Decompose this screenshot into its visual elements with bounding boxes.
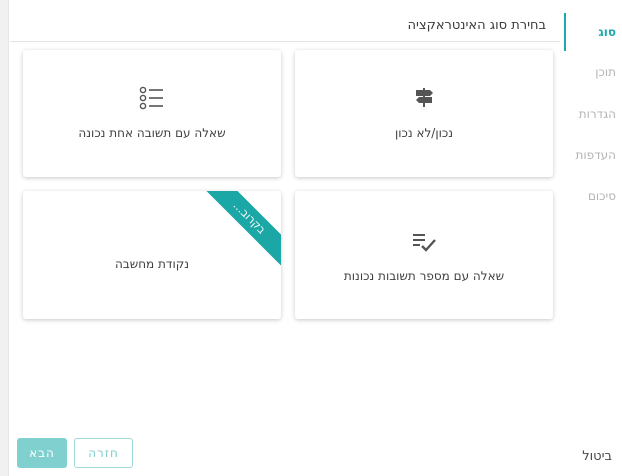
list-icon	[139, 86, 165, 114]
checklist-icon	[411, 231, 437, 259]
card-label: נכון/לא נכון	[394, 126, 454, 140]
card-single-choice[interactable]: שאלה עם תשובה אחת נכונה	[23, 50, 281, 177]
card-label: שאלה עם תשובה אחת נכונה	[78, 126, 226, 140]
back-button[interactable]: חזרה	[74, 438, 133, 468]
nav-item-summary[interactable]: סיכום	[566, 189, 616, 203]
cancel-link[interactable]: ביטול	[582, 449, 612, 464]
card-true-false[interactable]: נכון/לא נכון	[295, 50, 553, 177]
ribbon-text: בקרוב...	[203, 191, 281, 269]
signpost-icon	[413, 86, 435, 112]
nav-item-content[interactable]: תוכן	[566, 65, 616, 79]
next-button[interactable]: הבא	[17, 438, 67, 468]
side-navigation: סוג תוכן הגדרות העדפות סיכום ביטול	[562, 0, 622, 476]
card-label: שאלה עם מספר תשובות נכונות	[343, 269, 505, 283]
nav-item-type[interactable]: סוג	[566, 25, 616, 39]
card-multi-choice[interactable]: שאלה עם מספר תשובות נכונות	[295, 191, 553, 319]
nav-item-preferences[interactable]: העדפות	[566, 148, 616, 162]
coming-soon-ribbon: בקרוב...	[203, 191, 281, 269]
dialog: בחירת סוג האינטראקציה סוג תוכן הגדרות הע…	[0, 0, 622, 476]
nav-item-settings[interactable]: הגדרות	[566, 107, 616, 121]
page-title: בחירת סוג האינטראקציה	[407, 18, 547, 33]
header: בחירת סוג האינטראקציה	[10, 12, 560, 42]
card-thinking-point[interactable]: נקודת מחשבה בקרוב...	[23, 191, 281, 319]
left-shade	[0, 0, 9, 476]
